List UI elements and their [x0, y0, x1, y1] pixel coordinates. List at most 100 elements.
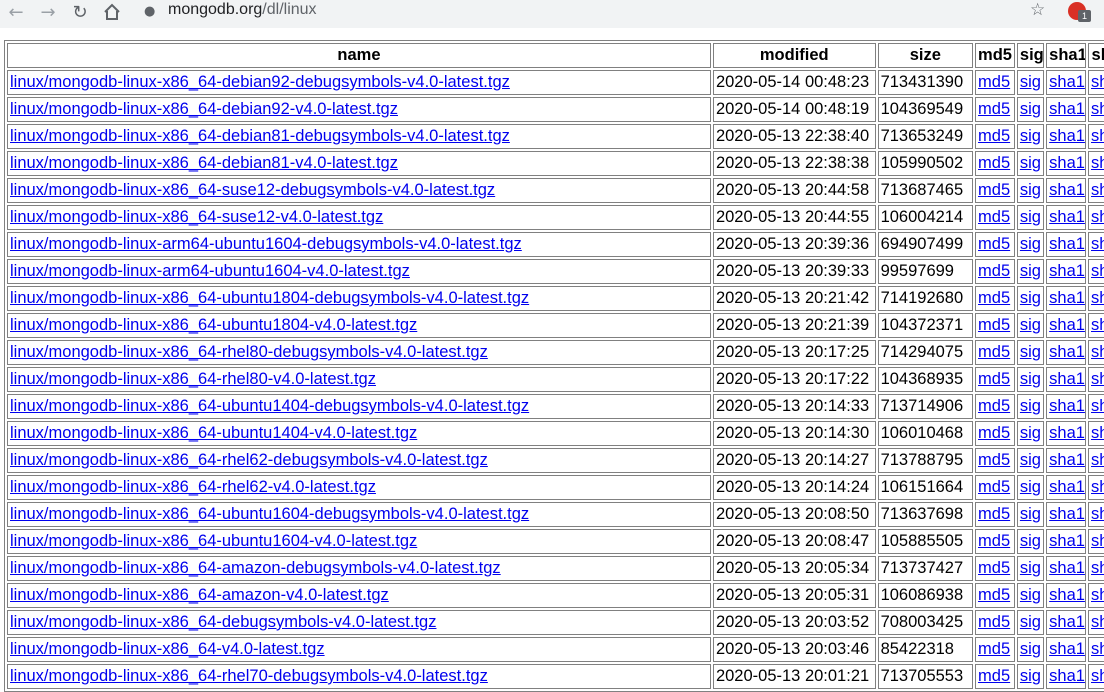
- md5-link[interactable]: md5: [978, 262, 1010, 280]
- sig-link[interactable]: sig: [1020, 478, 1041, 496]
- sha1-link[interactable]: sha1: [1049, 262, 1085, 280]
- md5-link[interactable]: md5: [978, 100, 1010, 118]
- file-link[interactable]: linux/mongodb-linux-x86_64-v4.0-latest.t…: [10, 640, 325, 658]
- sha1-link[interactable]: sha1: [1049, 640, 1085, 658]
- sig-link[interactable]: sig: [1020, 100, 1041, 118]
- file-link[interactable]: linux/mongodb-linux-x86_64-ubuntu1804-de…: [10, 289, 529, 307]
- sha1-link[interactable]: sha1: [1049, 73, 1085, 91]
- sha256-link[interactable]: sha256: [1091, 613, 1104, 631]
- file-link[interactable]: linux/mongodb-linux-x86_64-ubuntu1404-de…: [10, 397, 529, 415]
- sha1-link[interactable]: sha1: [1049, 505, 1085, 523]
- md5-link[interactable]: md5: [978, 667, 1010, 685]
- sha1-link[interactable]: sha1: [1049, 235, 1085, 253]
- md5-link[interactable]: md5: [978, 73, 1010, 91]
- sha1-link[interactable]: sha1: [1049, 559, 1085, 577]
- sha1-link[interactable]: sha1: [1049, 289, 1085, 307]
- sha256-link[interactable]: sha256: [1091, 343, 1104, 361]
- back-arrow-icon[interactable]: ←: [2, 0, 30, 24]
- sig-link[interactable]: sig: [1020, 181, 1041, 199]
- md5-link[interactable]: md5: [978, 532, 1010, 550]
- md5-link[interactable]: md5: [978, 613, 1010, 631]
- sha256-link[interactable]: sha256: [1091, 289, 1104, 307]
- sha256-link[interactable]: sha256: [1091, 559, 1104, 577]
- sha1-link[interactable]: sha1: [1049, 370, 1085, 388]
- sha256-link[interactable]: sha256: [1091, 181, 1104, 199]
- md5-link[interactable]: md5: [978, 559, 1010, 577]
- sig-link[interactable]: sig: [1020, 559, 1041, 577]
- url-text[interactable]: mongodb.org/dl/linux: [168, 1, 317, 19]
- sha1-link[interactable]: sha1: [1049, 451, 1085, 469]
- sig-link[interactable]: sig: [1020, 505, 1041, 523]
- md5-link[interactable]: md5: [978, 343, 1010, 361]
- md5-link[interactable]: md5: [978, 505, 1010, 523]
- md5-link[interactable]: md5: [978, 370, 1010, 388]
- md5-link[interactable]: md5: [978, 289, 1010, 307]
- file-link[interactable]: linux/mongodb-linux-x86_64-ubuntu1604-de…: [10, 505, 529, 523]
- sig-link[interactable]: sig: [1020, 127, 1041, 145]
- sig-link[interactable]: sig: [1020, 370, 1041, 388]
- md5-link[interactable]: md5: [978, 640, 1010, 658]
- sig-link[interactable]: sig: [1020, 73, 1041, 91]
- file-link[interactable]: linux/mongodb-linux-x86_64-rhel80-v4.0-l…: [10, 370, 376, 388]
- address-bar[interactable]: ● mongodb.org/dl/linux: [136, 0, 1058, 24]
- sha256-link[interactable]: sha256: [1091, 586, 1104, 604]
- sig-link[interactable]: sig: [1020, 667, 1041, 685]
- sig-link[interactable]: sig: [1020, 262, 1041, 280]
- file-link[interactable]: linux/mongodb-linux-x86_64-amazon-debugs…: [10, 559, 501, 577]
- sig-link[interactable]: sig: [1020, 289, 1041, 307]
- home-icon[interactable]: [98, 0, 126, 24]
- sha256-link[interactable]: sha256: [1091, 235, 1104, 253]
- file-link[interactable]: linux/mongodb-linux-x86_64-debian81-v4.0…: [10, 154, 398, 172]
- file-link[interactable]: linux/mongodb-linux-x86_64-rhel62-debugs…: [10, 451, 488, 469]
- file-link[interactable]: linux/mongodb-linux-x86_64-ubuntu1804-v4…: [10, 316, 417, 334]
- sha256-link[interactable]: sha256: [1091, 640, 1104, 658]
- sha256-link[interactable]: sha256: [1091, 424, 1104, 442]
- reload-icon[interactable]: ↻: [66, 0, 94, 24]
- sha256-link[interactable]: sha256: [1091, 154, 1104, 172]
- sha1-link[interactable]: sha1: [1049, 100, 1085, 118]
- sha1-link[interactable]: sha1: [1049, 667, 1085, 685]
- file-link[interactable]: linux/mongodb-linux-x86_64-suse12-debugs…: [10, 181, 495, 199]
- sig-link[interactable]: sig: [1020, 586, 1041, 604]
- sha1-link[interactable]: sha1: [1049, 127, 1085, 145]
- file-link[interactable]: linux/mongodb-linux-x86_64-debian92-debu…: [10, 73, 510, 91]
- file-link[interactable]: linux/mongodb-linux-x86_64-rhel62-v4.0-l…: [10, 478, 376, 496]
- sha1-link[interactable]: sha1: [1049, 424, 1085, 442]
- sig-link[interactable]: sig: [1020, 640, 1041, 658]
- md5-link[interactable]: md5: [978, 127, 1010, 145]
- sha256-link[interactable]: sha256: [1091, 667, 1104, 685]
- sig-link[interactable]: sig: [1020, 397, 1041, 415]
- sha1-link[interactable]: sha1: [1049, 613, 1085, 631]
- file-link[interactable]: linux/mongodb-linux-x86_64-ubuntu1404-v4…: [10, 424, 417, 442]
- sha256-link[interactable]: sha256: [1091, 397, 1104, 415]
- file-link[interactable]: linux/mongodb-linux-arm64-ubuntu1604-v4.…: [10, 262, 410, 280]
- file-link[interactable]: linux/mongodb-linux-arm64-ubuntu1604-deb…: [10, 235, 522, 253]
- file-link[interactable]: linux/mongodb-linux-x86_64-rhel80-debugs…: [10, 343, 488, 361]
- file-link[interactable]: linux/mongodb-linux-x86_64-debian92-v4.0…: [10, 100, 398, 118]
- file-link[interactable]: linux/mongodb-linux-x86_64-amazon-v4.0-l…: [10, 586, 389, 604]
- file-link[interactable]: linux/mongodb-linux-x86_64-suse12-v4.0-l…: [10, 208, 383, 226]
- sha256-link[interactable]: sha256: [1091, 478, 1104, 496]
- sha1-link[interactable]: sha1: [1049, 343, 1085, 361]
- sig-link[interactable]: sig: [1020, 451, 1041, 469]
- file-link[interactable]: linux/mongodb-linux-x86_64-debian81-debu…: [10, 127, 510, 145]
- sha256-link[interactable]: sha256: [1091, 451, 1104, 469]
- md5-link[interactable]: md5: [978, 154, 1010, 172]
- sha256-link[interactable]: sha256: [1091, 505, 1104, 523]
- file-link[interactable]: linux/mongodb-linux-x86_64-ubuntu1604-v4…: [10, 532, 417, 550]
- sha256-link[interactable]: sha256: [1091, 73, 1104, 91]
- sha1-link[interactable]: sha1: [1049, 208, 1085, 226]
- sha256-link[interactable]: sha256: [1091, 262, 1104, 280]
- md5-link[interactable]: md5: [978, 424, 1010, 442]
- sha256-link[interactable]: sha256: [1091, 127, 1104, 145]
- md5-link[interactable]: md5: [978, 316, 1010, 334]
- sig-link[interactable]: sig: [1020, 613, 1041, 631]
- sig-link[interactable]: sig: [1020, 532, 1041, 550]
- sha1-link[interactable]: sha1: [1049, 154, 1085, 172]
- sha256-link[interactable]: sha256: [1091, 208, 1104, 226]
- md5-link[interactable]: md5: [978, 478, 1010, 496]
- sig-link[interactable]: sig: [1020, 343, 1041, 361]
- md5-link[interactable]: md5: [978, 235, 1010, 253]
- md5-link[interactable]: md5: [978, 208, 1010, 226]
- md5-link[interactable]: md5: [978, 451, 1010, 469]
